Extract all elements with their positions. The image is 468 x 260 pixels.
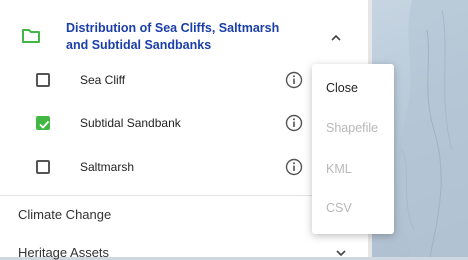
download-menu: Close Shapefile KML CSV bbox=[312, 64, 394, 234]
layer-row-subtidal-sandbank[interactable]: Subtidal Sandbank bbox=[0, 103, 310, 147]
layer-group-title: Distribution of Sea Cliffs, Saltmarsh an… bbox=[66, 21, 280, 52]
menu-item-shapefile[interactable]: Shapefile bbox=[326, 121, 378, 135]
checkbox-sea-cliff[interactable] bbox=[36, 73, 50, 87]
menu-item-csv[interactable]: CSV bbox=[326, 201, 352, 215]
section-climate-change[interactable]: Climate Change bbox=[18, 207, 111, 222]
check-icon bbox=[39, 120, 50, 129]
menu-item-close[interactable]: Close bbox=[326, 81, 358, 95]
info-icon[interactable] bbox=[285, 114, 303, 132]
layer-label: Subtidal Sandbank bbox=[80, 116, 181, 130]
checkbox-subtidal-sandbank[interactable] bbox=[36, 116, 50, 130]
info-icon[interactable] bbox=[285, 158, 303, 176]
chevron-down-icon[interactable] bbox=[335, 249, 347, 257]
menu-item-kml[interactable]: KML bbox=[326, 162, 352, 176]
folder-icon bbox=[22, 29, 40, 43]
layer-label: Saltmarsh bbox=[80, 160, 135, 174]
layer-row-saltmarsh[interactable]: Saltmarsh bbox=[0, 147, 310, 191]
chevron-up-icon[interactable] bbox=[330, 34, 342, 42]
layer-row-sea-cliff[interactable]: Sea Cliff bbox=[0, 60, 310, 104]
info-icon[interactable] bbox=[285, 71, 303, 89]
checkbox-saltmarsh[interactable] bbox=[36, 160, 50, 174]
layer-label: Sea Cliff bbox=[80, 73, 126, 87]
section-heritage-assets[interactable]: Heritage Assets bbox=[18, 245, 109, 260]
